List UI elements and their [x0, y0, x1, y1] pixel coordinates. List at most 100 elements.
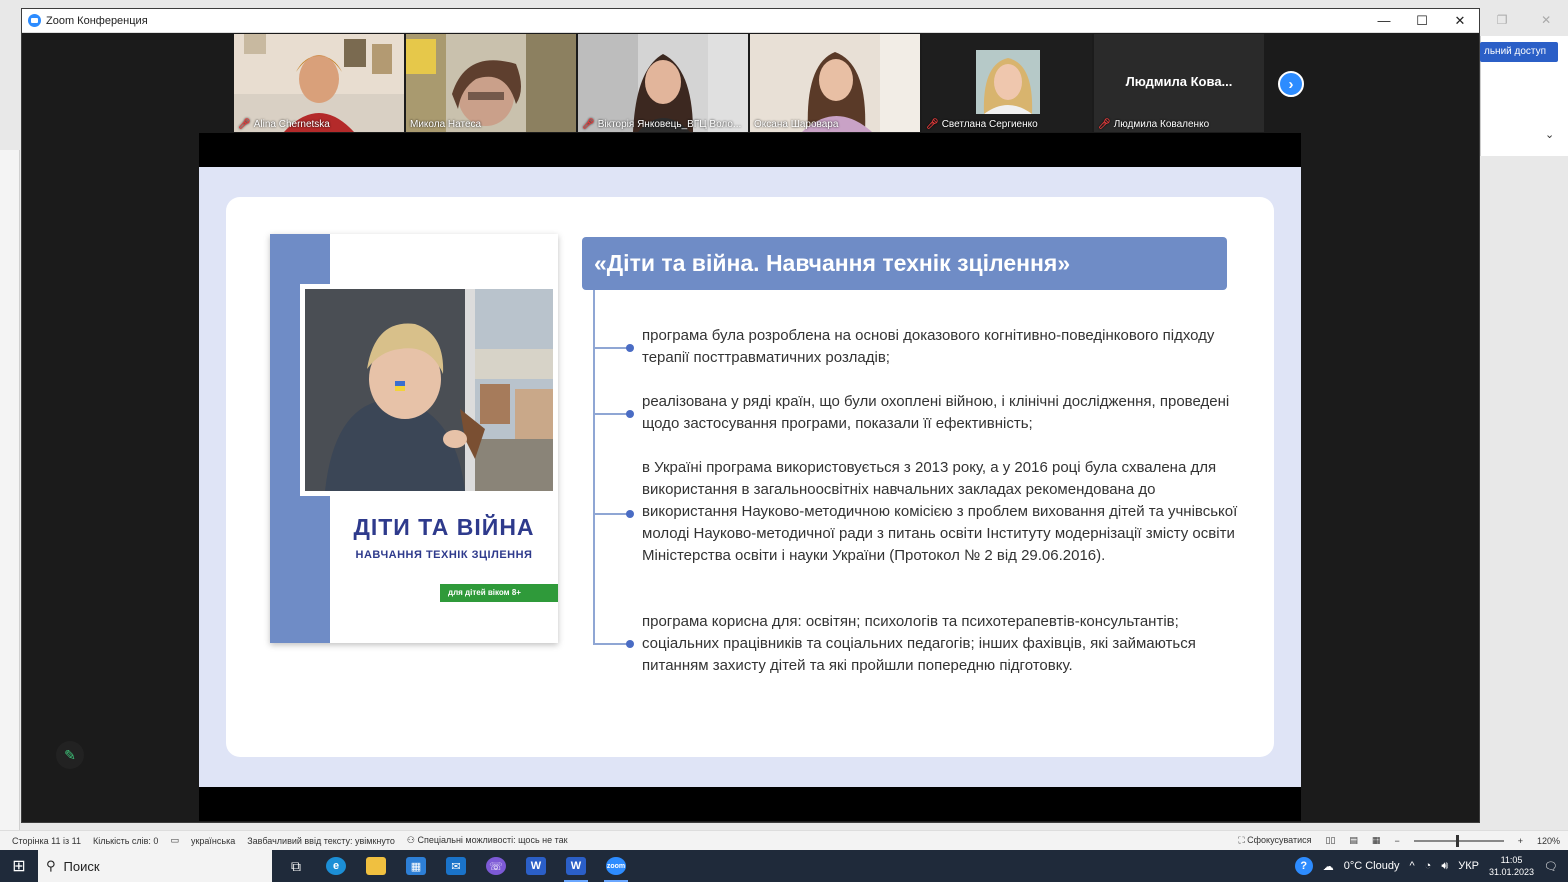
bullet-dot [626, 410, 634, 418]
volume-icon[interactable]: 🔊︎ [1441, 860, 1448, 873]
predictive-text-status[interactable]: Завбачливий ввід тексту: увімкнуто [247, 836, 395, 846]
windows-taskbar: ⊞ ⚲ Поиск ⧉ e ▦ ✉ ☏ W W zoom ? ☁ 0°C Clo… [0, 850, 1568, 882]
word-window-controls: ❐ ✕ [1480, 8, 1568, 32]
pen-icon: ✎ [64, 746, 76, 763]
presentation-slide: ДІТИ ТА ВІЙНА НАВЧАННЯ ТЕХНІК ЗЦІЛЕННЯ д… [199, 167, 1301, 787]
notifications-icon[interactable]: 🗨︎ [1544, 860, 1558, 873]
folder-icon [366, 857, 386, 875]
read-mode-icon[interactable]: ▯▯ [1326, 835, 1336, 846]
windows-logo-icon: ⊞ [12, 858, 26, 875]
gallery-next-page-button[interactable]: › [1278, 71, 1304, 97]
participant-display-name: Людмила Кова... [1125, 74, 1233, 89]
bullet-dot [626, 344, 634, 352]
desktop: ❐ ✕ льний доступ ⌄ Zoom Конференция — ☐ … [0, 0, 1568, 882]
mail-app[interactable]: ✉ [436, 850, 476, 882]
store-icon: ▦ [406, 857, 426, 875]
minimize-button[interactable]: — [1365, 9, 1403, 33]
focus-icon: ⛶ [1238, 835, 1248, 845]
weather-widget[interactable]: 0°C Cloudy [1344, 860, 1400, 872]
viber-icon: ☏ [486, 857, 506, 875]
viber-app[interactable]: ☏ [476, 850, 516, 882]
proofing-icon[interactable]: ▭ [170, 835, 179, 846]
shared-screen: ДІТИ ТА ВІЙНА НАВЧАННЯ ТЕХНІК ЗЦІЛЕННЯ д… [199, 133, 1301, 821]
chevron-right-icon: › [1288, 75, 1294, 93]
zoom-icon: zoom [606, 857, 626, 875]
bullet-text: в Україні програма використовується з 20… [642, 459, 1238, 564]
participant-tile[interactable]: 🎤︎ Alina Chernetska [234, 34, 404, 132]
word-share-button[interactable]: льний доступ [1480, 42, 1558, 62]
web-layout-icon[interactable]: ▦ [1372, 835, 1381, 846]
zoom-window-controls: — ☐ ✕ [1365, 9, 1479, 33]
participant-name: 🎤︎ Вікторія Янковець_ВГЦ Воло... [582, 119, 742, 130]
task-view-icon: ⧉ [291, 857, 301, 874]
participant-video [578, 34, 748, 132]
participant-video [922, 34, 1092, 132]
accessibility-status[interactable]: ⚇ Спеціальні можливості: щось не так [407, 835, 568, 846]
page-count[interactable]: Сторінка 11 із 11 [12, 836, 81, 846]
file-explorer-app[interactable] [356, 850, 396, 882]
maximize-button[interactable]: ☐ [1403, 9, 1441, 33]
language-indicator[interactable]: українська [191, 836, 235, 846]
bullet-text: програма була розроблена на основі доказ… [642, 327, 1215, 366]
chevron-down-icon[interactable]: ⌄ [1545, 128, 1554, 141]
word-close-icon[interactable]: ✕ [1541, 13, 1551, 27]
bullet-text: програма корисна для: освітян; психологі… [642, 613, 1196, 674]
annotate-pen-button[interactable]: ✎ [56, 741, 84, 769]
book-age-badge: для дітей віком 8+ [440, 584, 558, 602]
participant-name: 🎤︎ Людмила Коваленко [1098, 119, 1210, 130]
clock-date: 31.01.2023 [1488, 867, 1535, 877]
word-app[interactable]: W [516, 850, 556, 882]
participant-name: 🎤︎ Светлана Сергиенко [926, 119, 1038, 130]
focus-mode-button[interactable]: ⛶ Сфокусуватися [1238, 835, 1311, 846]
system-tray: ? ☁ 0°C Cloudy ^ ◔ 🔊︎ УКР 11:05 31.01.20… [1294, 854, 1568, 878]
word-icon: W [526, 857, 546, 875]
edge-app[interactable]: e [316, 850, 356, 882]
zoom-titlebar: Zoom Конференция — ☐ ✕ [22, 9, 1479, 33]
edge-icon: e [326, 857, 346, 875]
clock[interactable]: 11:05 31.01.2023 [1489, 854, 1534, 878]
network-icon[interactable]: ◔ [1425, 860, 1432, 872]
zoom-slider[interactable] [1413, 834, 1504, 847]
close-button[interactable]: ✕ [1441, 9, 1479, 33]
participant-video [234, 34, 404, 132]
store-app[interactable]: ▦ [396, 850, 436, 882]
participant-tile[interactable]: 🎤︎ Вікторія Янковець_ВГЦ Воло... [578, 34, 748, 132]
participant-video [406, 34, 576, 132]
start-button[interactable]: ⊞ [0, 850, 38, 882]
book-cover: ДІТИ ТА ВІЙНА НАВЧАННЯ ТЕХНІК ЗЦІЛЕННЯ д… [270, 234, 558, 643]
book-subtitle: НАВЧАННЯ ТЕХНІК ЗЦІЛЕННЯ [355, 549, 533, 561]
book-title: ДІТИ ТА ВІЙНА [353, 514, 535, 540]
participant-tile[interactable]: Микола Натеса [406, 34, 576, 132]
zoom-window-title: Zoom Конференция [46, 14, 148, 27]
bullet-connector-line [593, 290, 595, 644]
task-view-button[interactable]: ⧉ [276, 850, 316, 882]
book-cover-photo [300, 284, 558, 496]
print-layout-icon[interactable]: ▤ [1349, 835, 1358, 846]
zoom-in-icon[interactable]: + [1518, 836, 1523, 846]
taskbar-search[interactable]: ⚲ Поиск [38, 850, 272, 882]
zoom-window: Zoom Конференция — ☐ ✕ 🎤︎ Alina Chernets… [21, 8, 1480, 823]
word-app-2[interactable]: W [556, 850, 596, 882]
slide-heading: «Діти та війна. Навчання технік зцілення… [582, 237, 1227, 290]
mic-muted-icon: 🎤︎ [1098, 119, 1111, 130]
clock-time: 11:05 [1500, 855, 1523, 865]
cloud-icon: ☁ [1322, 860, 1334, 873]
zoom-out-icon[interactable]: − [1394, 836, 1399, 846]
zoom-app[interactable]: zoom [596, 850, 636, 882]
participant-tile-active-speaker[interactable]: Оксана Шароварa [750, 34, 920, 132]
participant-name: 🎤︎ Alina Chernetska [238, 119, 330, 130]
participant-gallery: 🎤︎ Alina Chernetska Микола Натеса 🎤︎ Вік… [234, 34, 1314, 134]
word-count[interactable]: Кількість слів: 0 [93, 836, 158, 846]
participant-tile[interactable]: 🎤︎ Светлана Сергиенко [922, 34, 1092, 132]
word-restore-icon[interactable]: ❐ [1497, 13, 1508, 27]
keyboard-language[interactable]: УКР [1458, 860, 1479, 872]
participant-tile-video-off[interactable]: Людмила Кова... 🎤︎ Людмила Коваленко [1094, 34, 1264, 132]
bullet-dot [626, 510, 634, 518]
search-icon: ⚲ [46, 858, 56, 873]
word-icon: W [566, 857, 586, 875]
slide-card: ДІТИ ТА ВІЙНА НАВЧАННЯ ТЕХНІК ЗЦІЛЕННЯ д… [226, 197, 1274, 757]
participant-name: Микола Натеса [410, 119, 482, 130]
chevron-up-icon[interactable]: ^ [1409, 860, 1414, 872]
zoom-level[interactable]: 120% [1537, 836, 1560, 846]
help-icon[interactable]: ? [1294, 857, 1313, 875]
